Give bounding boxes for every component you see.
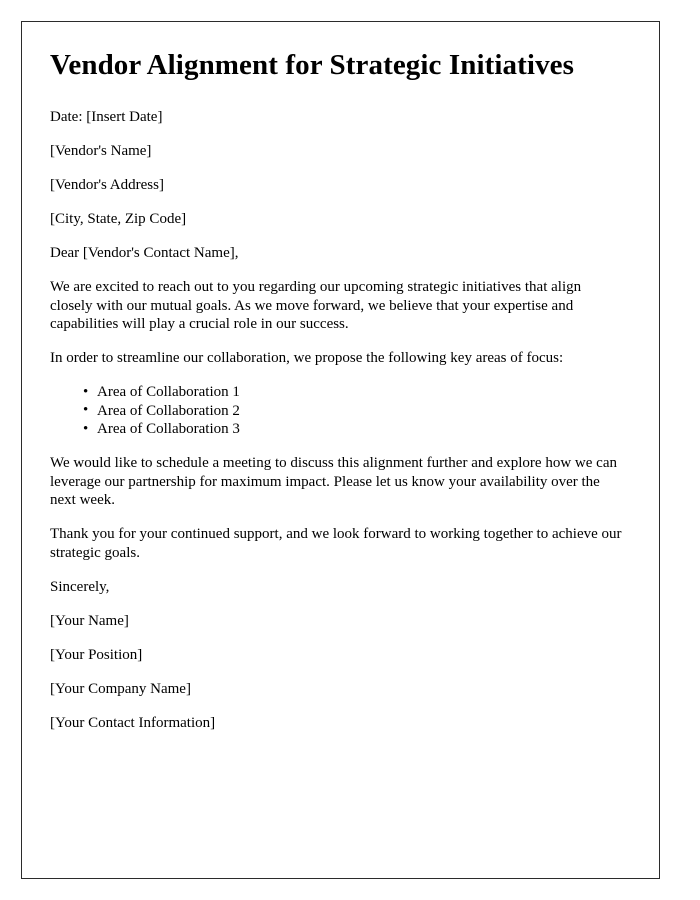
list-item: Area of Collaboration 3 [83,420,627,439]
meeting-request-paragraph: We would like to schedule a meeting to d… [50,455,617,509]
list-lead-in-paragraph: In order to streamline our collaboration… [50,350,564,367]
page-title: Vendor Alignment for Strategic Initiativ… [50,49,575,81]
focus-areas-list: Area of Collaboration 1 Area of Collabor… [50,383,627,439]
document-body: Vendor Alignment for Strategic Initiativ… [22,22,659,732]
signature-contact-information: [Your Contact Information] [50,714,216,731]
vendor-address-line: [Vendor's Address] [50,177,164,194]
list-item: Area of Collaboration 2 [83,401,627,421]
salutation: Dear [Vendor's Contact Name], [50,245,239,262]
sign-off: Sincerely, [50,578,110,595]
vendor-name-line: [Vendor's Name] [50,143,152,160]
signature-your-name: [Your Name] [50,612,129,629]
signature-your-position: [Your Position] [50,646,143,663]
document-page: Vendor Alignment for Strategic Initiativ… [21,21,660,879]
intro-paragraph: We are excited to reach out to you regar… [50,279,582,333]
date-line: Date: [Insert Date] [50,109,163,126]
closing-thanks-paragraph: Thank you for your continued support, an… [50,526,622,561]
vendor-city-state-zip-line: [City, State, Zip Code] [50,211,187,228]
signature-company-name: [Your Company Name] [50,680,191,697]
list-item: Area of Collaboration 1 [83,383,627,402]
